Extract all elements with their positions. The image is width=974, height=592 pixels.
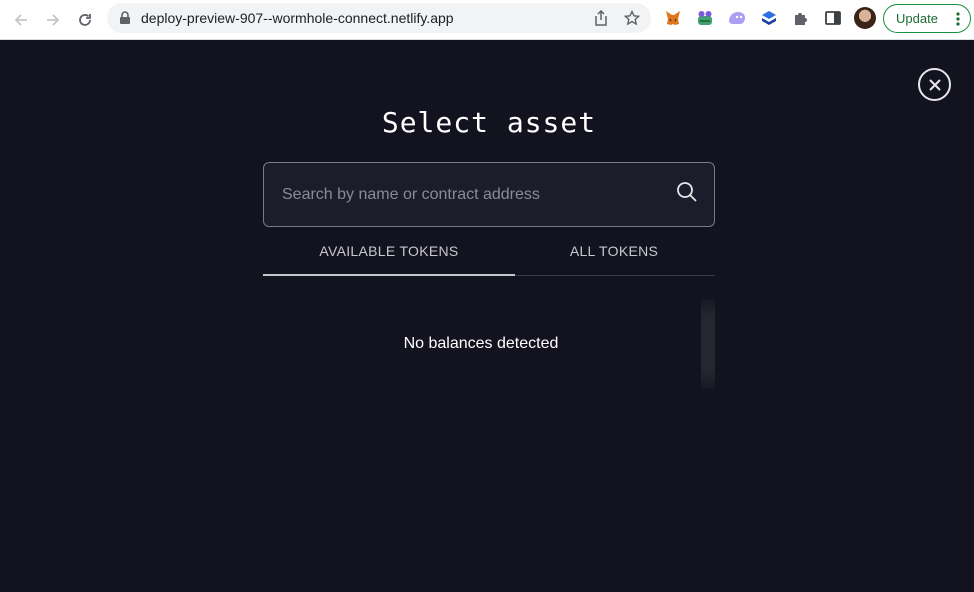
update-button[interactable]: Update	[883, 4, 971, 33]
browser-toolbar: deploy-preview-907--wormhole-connect.net…	[0, 0, 974, 40]
token-list: No balances detected	[263, 300, 715, 388]
reload-button[interactable]	[73, 8, 97, 32]
back-button[interactable]	[9, 8, 33, 32]
cube-extension-icon[interactable]	[760, 9, 778, 27]
profile-avatar[interactable]	[854, 7, 876, 29]
frog-extension-icon[interactable]	[696, 9, 714, 27]
share-icon[interactable]	[594, 10, 608, 26]
empty-state-message: No balances detected	[403, 335, 559, 352]
more-menu-icon	[956, 12, 960, 26]
update-button-label: Update	[896, 11, 938, 26]
back-arrow-icon	[14, 14, 27, 26]
page-title: Select asset	[381, 106, 597, 139]
lock-icon	[120, 11, 130, 24]
forward-button[interactable]	[41, 8, 65, 32]
ghost-extension-icon[interactable]	[728, 9, 746, 27]
fox-extension-icon[interactable]	[664, 9, 682, 27]
close-icon	[928, 78, 941, 91]
tab-available-tokens[interactable]: AVAILABLE TOKENS	[263, 234, 515, 276]
url-text: deploy-preview-907--wormhole-connect.net…	[141, 10, 454, 26]
reload-icon	[79, 14, 91, 26]
tab-all-tokens[interactable]: ALL TOKENS	[489, 234, 739, 276]
close-button[interactable]	[918, 68, 951, 101]
bookmark-star-icon[interactable]	[624, 10, 640, 26]
forward-arrow-icon	[47, 14, 60, 26]
search-field[interactable]	[263, 162, 715, 227]
side-panel-icon[interactable]	[824, 9, 842, 27]
token-tabs: AVAILABLE TOKENS ALL TOKENS	[263, 234, 715, 276]
search-icon[interactable]	[676, 181, 698, 203]
puzzle-extensions-icon[interactable]	[792, 9, 810, 27]
address-bar[interactable]: deploy-preview-907--wormhole-connect.net…	[107, 3, 651, 33]
search-input[interactable]	[282, 184, 662, 206]
scrollbar[interactable]	[701, 300, 715, 388]
